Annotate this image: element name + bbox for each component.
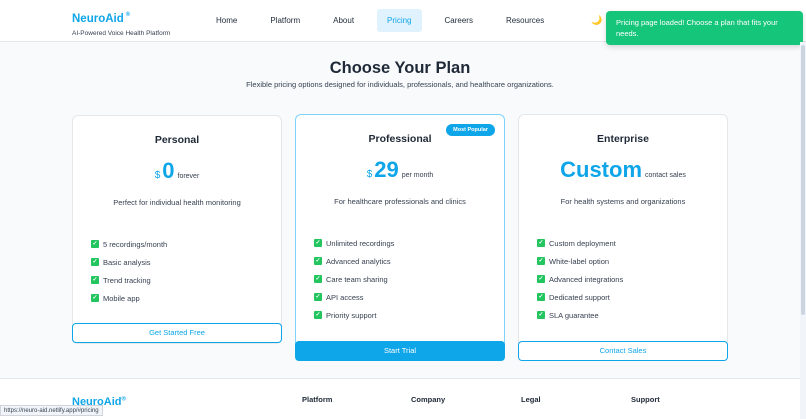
- feature-list: ✓ 5 recordings/month ✓ Basic analysis ✓ Tre…: [91, 235, 167, 307]
- plan-description: Perfect for individual health monitoring: [113, 198, 241, 207]
- plan-description: For health systems and organizations: [560, 197, 686, 206]
- footer-col-platform: Platform: [302, 395, 333, 404]
- scrollbar-thumb[interactable]: [801, 45, 805, 315]
- contact-sales-button[interactable]: Contact Sales: [518, 341, 728, 361]
- brand-logo[interactable]: NeuroAid ® AI-Powered Voice Health Platfo…: [72, 9, 170, 37]
- check-icon: ✓: [91, 294, 99, 302]
- feature-item: ✓ Custom deployment: [537, 234, 623, 252]
- site-footer: NeuroAid® Platform Company Legal Support: [0, 378, 800, 419]
- feature-label: 5 recordings/month: [103, 239, 168, 249]
- footer-col-legal: Legal: [521, 395, 541, 404]
- nav-pricing[interactable]: Pricing: [377, 8, 422, 32]
- main-nav: Home Platform About Pricing Careers Reso…: [206, 8, 567, 32]
- price-currency: $: [154, 170, 161, 181]
- check-icon: ✓: [91, 240, 99, 248]
- feature-item: ✓ Advanced analytics: [314, 252, 394, 270]
- nav-home[interactable]: Home: [206, 9, 247, 32]
- check-icon: ✓: [91, 258, 99, 266]
- feature-label: SLA guarantee: [549, 310, 599, 320]
- check-icon: ✓: [537, 239, 545, 247]
- footer-col-company: Company: [411, 395, 446, 404]
- feature-item: ✓ White-label option: [537, 252, 623, 270]
- feature-label: Dedicated support: [549, 292, 610, 302]
- feature-label: Advanced integrations: [549, 274, 624, 284]
- page-subtitle: Flexible pricing options designed for in…: [246, 80, 554, 89]
- plan-description: For healthcare professionals and clinics: [334, 197, 466, 206]
- feature-list: ✓ Unlimited recordings ✓ Advanced analytic…: [314, 234, 394, 324]
- check-icon: ✓: [314, 239, 322, 247]
- feature-label: Basic analysis: [103, 257, 151, 267]
- feature-item: ✓ Dedicated support: [537, 288, 623, 306]
- check-icon: ✓: [314, 257, 322, 265]
- start-trial-button[interactable]: Start Trial: [295, 341, 505, 361]
- feature-item: ✓ Care team sharing: [314, 270, 394, 288]
- feature-label: White-label option: [549, 256, 610, 266]
- feature-label: API access: [326, 292, 364, 302]
- price-currency: $: [366, 169, 373, 180]
- plan-name: Personal: [154, 134, 200, 146]
- plan-card-personal: Personal $ 0 forever Perfect for individ…: [72, 115, 282, 344]
- check-icon: ✓: [314, 293, 322, 301]
- plan-price: Custom contact sales: [519, 157, 727, 183]
- nav-platform[interactable]: Platform: [260, 9, 310, 32]
- nav-careers[interactable]: Careers: [435, 9, 483, 32]
- check-icon: ✓: [91, 276, 99, 284]
- nav-about[interactable]: About: [323, 9, 364, 32]
- brand-name: NeuroAid: [72, 13, 124, 25]
- feature-item: ✓ Trend tracking: [91, 271, 167, 289]
- price-amount: 29: [374, 157, 399, 182]
- status-bar-url: https://neuro-aid.netlify.app/#pricing: [0, 405, 103, 416]
- get-started-free-button[interactable]: Get Started Free: [72, 323, 282, 343]
- feature-label: Trend tracking: [103, 275, 151, 285]
- check-icon: ✓: [314, 311, 322, 319]
- feature-item: ✓ API access: [314, 288, 394, 306]
- price-period: forever: [177, 173, 200, 180]
- feature-label: Custom deployment: [549, 238, 616, 248]
- toast-notification[interactable]: Pricing page loaded! Choose a plan that …: [606, 11, 803, 45]
- plan-name: Enterprise: [597, 133, 649, 145]
- brand-tagline: AI-Powered Voice Health Platform: [72, 30, 171, 37]
- theme-toggle-moon-icon[interactable]: 🌙: [591, 15, 602, 26]
- feature-item: ✓ Priority support: [314, 306, 394, 324]
- check-icon: ✓: [314, 275, 322, 283]
- nav-resources[interactable]: Resources: [496, 9, 554, 32]
- price-amount: 0: [162, 158, 175, 183]
- feature-list: ✓ Custom deployment ✓ White-label option ✓…: [537, 234, 623, 324]
- plan-card-professional: Most Popular Professional $ 29 per month…: [295, 114, 505, 361]
- plan-price: $ 29 per month: [296, 157, 504, 183]
- page-title: Choose Your Plan: [329, 59, 471, 77]
- feature-item: ✓ SLA guarantee: [537, 306, 623, 324]
- feature-label: Mobile app: [103, 293, 140, 303]
- feature-label: Advanced analytics: [326, 256, 391, 266]
- feature-item: ✓ Mobile app: [91, 289, 167, 307]
- feature-item: ✓ Unlimited recordings: [314, 234, 394, 252]
- feature-item: ✓ Advanced integrations: [537, 270, 623, 288]
- feature-label: Priority support: [326, 310, 377, 320]
- footer-registered-mark: ®: [121, 396, 126, 403]
- price-amount: Custom: [560, 157, 643, 182]
- price-period: contact sales: [645, 172, 686, 179]
- check-icon: ✓: [537, 275, 545, 283]
- feature-label: Care team sharing: [326, 274, 388, 284]
- feature-item: ✓ 5 recordings/month: [91, 235, 167, 253]
- footer-col-support: Support: [631, 395, 660, 404]
- check-icon: ✓: [537, 311, 545, 319]
- plan-card-enterprise: Enterprise Custom contact sales For heal…: [518, 114, 728, 361]
- plan-price: $ 0 forever: [73, 158, 281, 184]
- check-icon: ✓: [537, 293, 545, 301]
- check-icon: ✓: [537, 257, 545, 265]
- brand-registered-mark: ®: [125, 11, 131, 18]
- price-period: per month: [401, 172, 434, 179]
- plan-name: Professional: [368, 133, 432, 145]
- feature-item: ✓ Basic analysis: [91, 253, 167, 271]
- feature-label: Unlimited recordings: [326, 238, 395, 248]
